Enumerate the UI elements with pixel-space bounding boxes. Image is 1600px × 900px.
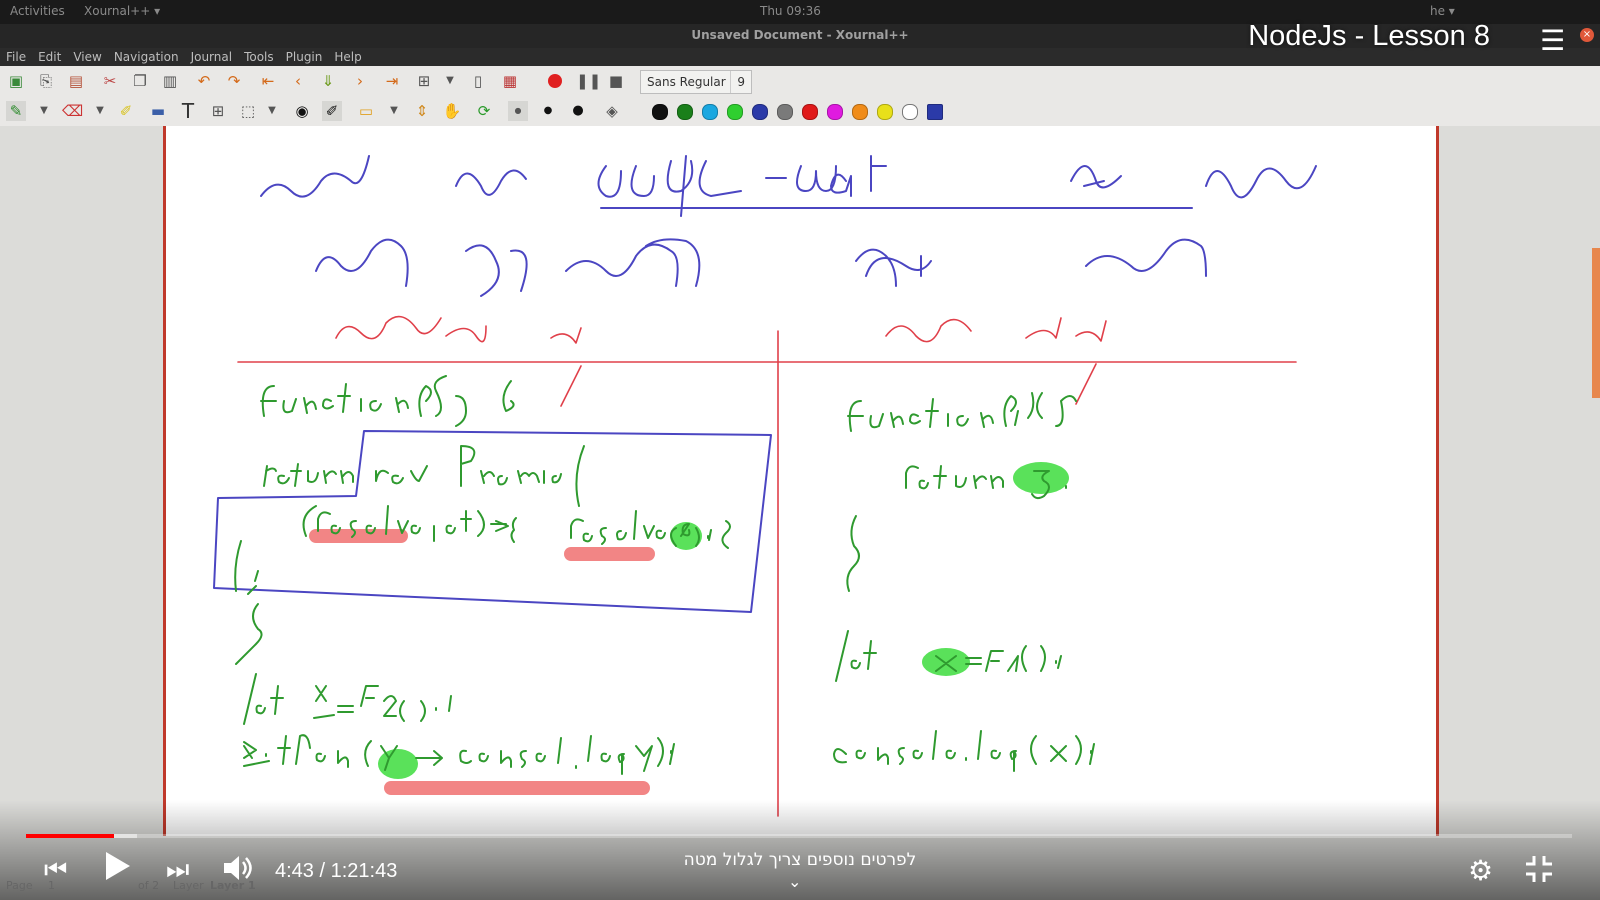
vertical-space-icon[interactable]: ⊞ (208, 101, 228, 121)
highlighter-icon[interactable]: ✐ (116, 101, 136, 121)
font-name: Sans Regular (647, 75, 726, 89)
redo-icon[interactable]: ↷ (224, 71, 244, 91)
undo-icon[interactable]: ↶ (194, 71, 214, 91)
menu-edit[interactable]: Edit (32, 48, 67, 64)
color-swatch[interactable] (902, 104, 918, 120)
medium-size-icon[interactable]: ● (538, 101, 558, 121)
color-swatch[interactable] (927, 104, 943, 120)
played-bar (26, 834, 115, 838)
menu-help[interactable]: Help (328, 48, 367, 64)
next-page-icon[interactable]: › (350, 71, 370, 91)
record-icon[interactable] (548, 74, 562, 88)
shape-icon[interactable]: ⬚ (238, 101, 258, 121)
highlight-five-sync (1013, 462, 1069, 494)
color-swatch[interactable] (877, 104, 893, 120)
save-icon[interactable]: ▣ (6, 71, 26, 91)
menu-plugin[interactable]: Plugin (280, 48, 329, 64)
stop-icon[interactable]: ■ (606, 71, 626, 91)
menu-file[interactable]: File (0, 48, 32, 64)
main-toolbar: ▣ ⎘ ▤ ✂ ❐ ▥ ↶ ↷ ⇤ ‹ ⇓ › ⇥ ⊞ ▼ ▯ ▦ ❚❚ ■ S… (0, 66, 1600, 97)
chevron-down-icon[interactable]: ▼ (262, 101, 282, 121)
last-page-icon[interactable]: ⇥ (382, 71, 402, 91)
highlight-x (922, 648, 970, 676)
font-selector[interactable]: Sans Regular 9 (640, 70, 752, 94)
color-swatch[interactable] (677, 104, 693, 120)
refresh-icon[interactable]: ⟳ (474, 101, 494, 121)
chevron-down-icon[interactable]: ▼ (34, 101, 54, 121)
journal-page[interactable] (163, 126, 1439, 836)
exit-fullscreen-icon[interactable] (1524, 854, 1554, 889)
menu-tools[interactable]: Tools (238, 48, 280, 64)
open-icon[interactable]: ▤ (66, 71, 86, 91)
video-title[interactable]: NodeJs - Lesson 8 (1248, 20, 1490, 53)
app-menu[interactable]: Xournal++ ▾ (84, 4, 160, 18)
activities-button[interactable]: Activities (10, 4, 65, 18)
goto-page-icon[interactable]: ⇓ (318, 71, 338, 91)
color-swatch[interactable] (827, 104, 843, 120)
insert-page-icon[interactable]: ⊞ (414, 71, 434, 91)
color-swatch[interactable] (802, 104, 818, 120)
chevron-down-icon[interactable]: ▼ (384, 101, 404, 121)
image-icon[interactable]: ▬ (148, 101, 168, 121)
pause-icon[interactable]: ❚❚ (576, 71, 601, 91)
color-swatch[interactable] (652, 104, 668, 120)
previous-page-icon[interactable]: ‹ (288, 71, 308, 91)
pen-icon[interactable]: ✎ (6, 101, 26, 121)
menu-navigation[interactable]: Navigation (108, 48, 185, 64)
select-rect-icon[interactable]: ▭ (356, 101, 376, 121)
fill-icon[interactable]: ◈ (602, 101, 622, 121)
page-count: of 2 (138, 879, 160, 892)
playlist-icon[interactable]: ☰ (1540, 26, 1570, 56)
color-swatch[interactable] (777, 104, 793, 120)
color-swatch[interactable] (727, 104, 743, 120)
ruler-icon[interactable]: ◉ (292, 101, 312, 121)
menu-journal[interactable]: Journal (185, 48, 239, 64)
new-page-icon[interactable]: ⎘ (36, 71, 56, 91)
chevron-down-icon[interactable]: ⌄ (788, 872, 801, 891)
delete-page-icon[interactable]: ▯ (468, 71, 488, 91)
cut-icon[interactable]: ✂ (100, 71, 120, 91)
settings-icon[interactable]: ⚙ (1468, 854, 1493, 887)
color-swatch[interactable] (752, 104, 768, 120)
fine-size-icon[interactable]: ● (508, 101, 528, 121)
menu-view[interactable]: View (67, 48, 107, 64)
first-page-icon[interactable]: ⇤ (258, 71, 278, 91)
tools-toolbar: ✎ ▼ ⌫ ▼ ✐ ▬ T ⊞ ⬚ ▼ ◉ ✐ ▭ ▼ ⇕ ✋ ⟳ ● ● ● … (0, 96, 1600, 127)
fullscreen-icon[interactable]: ▦ (500, 71, 520, 91)
handwritten-notes (213, 155, 1317, 817)
chevron-down-icon[interactable]: ▼ (90, 101, 110, 121)
paste-icon[interactable]: ▥ (160, 71, 180, 91)
thick-size-icon[interactable]: ● (568, 101, 588, 121)
language-indicator[interactable]: he ▾ (1430, 4, 1455, 18)
vertical-space-tool-icon[interactable]: ⇕ (412, 101, 432, 121)
close-icon[interactable]: × (1580, 28, 1594, 42)
text-icon[interactable]: T (178, 101, 198, 121)
chevron-down-icon[interactable]: ▼ (440, 71, 460, 91)
scroll-handle[interactable] (1592, 248, 1600, 398)
clock[interactable]: Thu 09:36 (760, 4, 821, 18)
scroll-hint[interactable]: לפרטים נוספים צריך לגלול מטה (0, 850, 1600, 870)
eraser-icon[interactable]: ⌫ (62, 101, 83, 121)
copy-icon[interactable]: ❐ (130, 71, 150, 91)
page-label: Page (6, 879, 33, 892)
video-progress-bar[interactable] (26, 834, 1572, 838)
color-swatch[interactable] (702, 104, 718, 120)
shape-recognizer-icon[interactable]: ✐ (322, 101, 342, 121)
hand-icon[interactable]: ✋ (442, 101, 462, 121)
highlight-y (378, 749, 418, 779)
font-size: 9 (730, 71, 745, 93)
color-swatch[interactable] (852, 104, 868, 120)
